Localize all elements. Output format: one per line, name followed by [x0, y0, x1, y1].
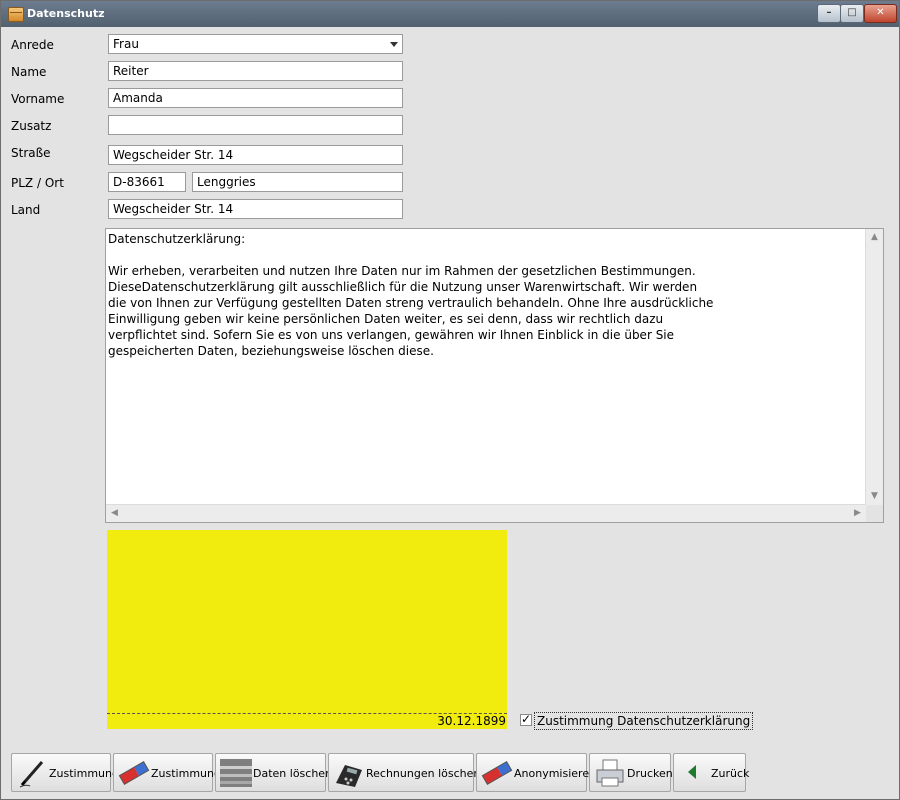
signature-pad[interactable]: 30.12.1899: [107, 530, 507, 729]
horizontal-scrollbar[interactable]: ◀ ▶: [106, 504, 866, 522]
vorname-label: Vorname: [11, 92, 65, 106]
zurueck-label: Zurück: [711, 767, 750, 780]
vorname-input[interactable]: Amanda: [108, 88, 403, 108]
scroll-left-icon[interactable]: ◀: [106, 505, 123, 522]
eraser-icon: [481, 760, 513, 786]
rechnungen-loeschen-button[interactable]: Rechnungen löschen: [328, 753, 480, 792]
land-label: Land: [11, 203, 41, 217]
anonymisieren-button[interactable]: Anonymisieren: [476, 753, 596, 792]
strasse-label: Straße: [11, 146, 51, 160]
ort-input[interactable]: Lenggries: [192, 172, 403, 192]
strasse-input[interactable]: Wegscheider Str. 14: [108, 145, 403, 165]
vertical-scrollbar[interactable]: ▲ ▼: [865, 229, 883, 505]
pen-icon: [19, 761, 44, 788]
anrede-value: Frau: [113, 37, 139, 51]
scroll-right-icon[interactable]: ▶: [849, 505, 866, 522]
maximize-button[interactable]: □: [840, 4, 864, 23]
anonymisieren-label: Anonymisieren: [514, 767, 597, 780]
consent-checkbox[interactable]: ✓: [520, 712, 532, 726]
scroll-up-icon[interactable]: ▲: [866, 229, 883, 246]
back-arrow-icon: [688, 765, 696, 779]
minimize-icon: –: [826, 7, 832, 18]
app-icon: [8, 7, 24, 22]
signature-date: 30.12.1899: [437, 714, 506, 728]
calculator-icon: [336, 765, 362, 787]
privacy-statement-memo[interactable]: Datenschutzerklärung: Wir erheben, verar…: [105, 228, 884, 523]
zusatz-input[interactable]: [108, 115, 403, 135]
minimize-button[interactable]: –: [817, 4, 841, 23]
close-button[interactable]: ✕: [864, 4, 897, 23]
drucken-label: Drucken: [627, 767, 673, 780]
drucken-button[interactable]: Drucken: [589, 753, 673, 792]
zusatz-label: Zusatz: [11, 119, 52, 133]
plz-ort-label: PLZ / Ort: [11, 176, 64, 190]
window-title: Datenschutz: [27, 7, 105, 20]
chevron-down-icon[interactable]: [390, 42, 398, 47]
zustimmung-sign-button[interactable]: Zustimmung: [11, 753, 119, 792]
land-input[interactable]: Wegscheider Str. 14: [108, 199, 403, 219]
zustimmung-revoke-label: Zustimmung: [151, 767, 221, 780]
name-input[interactable]: Reiter: [108, 61, 403, 81]
plz-input[interactable]: D-83661: [108, 172, 186, 192]
scroll-down-icon[interactable]: ▼: [866, 488, 883, 505]
anrede-select[interactable]: Frau: [108, 34, 403, 54]
eraser-icon: [118, 760, 150, 786]
daten-loeschen-button[interactable]: Daten löschen: [215, 753, 332, 792]
privacy-statement-text[interactable]: Datenschutzerklärung: Wir erheben, verar…: [108, 231, 864, 359]
zustimmung-sign-label: Zustimmung: [49, 767, 119, 780]
daten-loeschen-label: Daten löschen: [253, 767, 333, 780]
anrede-label: Anrede: [11, 38, 54, 52]
name-label: Name: [11, 65, 47, 79]
maximize-icon: □: [847, 7, 857, 18]
datenschutz-window: Datenschutz – □ ✕ Anrede Frau Name Reite…: [0, 0, 900, 800]
shredder-icon: [220, 759, 252, 787]
close-icon: ✕: [876, 7, 885, 18]
zustimmung-revoke-button[interactable]: Zustimmung: [113, 753, 221, 792]
rechnungen-loeschen-label: Rechnungen löschen: [366, 767, 481, 780]
consent-label[interactable]: Zustimmung Datenschutzerklärung: [534, 712, 754, 730]
title-bar[interactable]: Datenschutz – □ ✕: [1, 1, 899, 27]
scroll-corner: [866, 505, 883, 522]
zurueck-button[interactable]: Zurück: [673, 753, 750, 792]
checkmark-icon: ✓: [521, 712, 532, 726]
printer-icon: [596, 759, 624, 787]
